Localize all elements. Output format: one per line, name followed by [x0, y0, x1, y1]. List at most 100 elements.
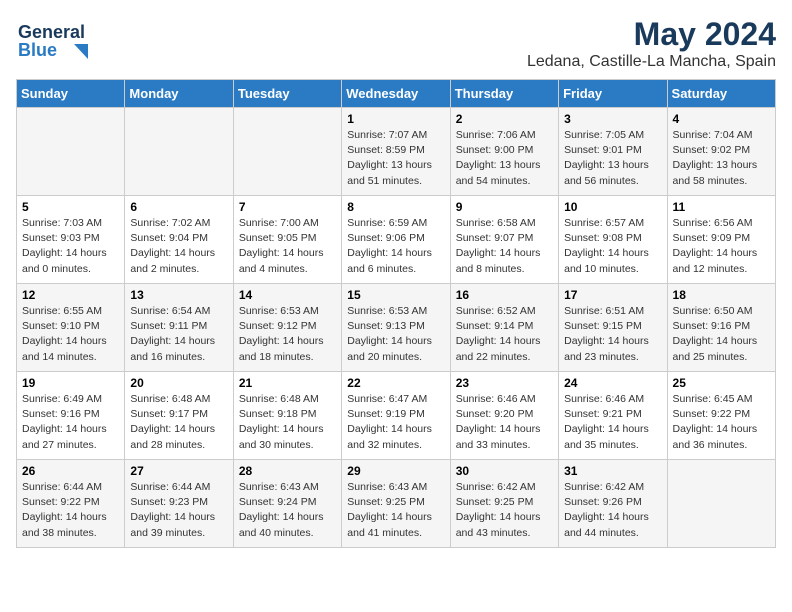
calendar-cell: 3 Sunrise: 7:05 AM Sunset: 9:01 PM Daylig… — [559, 108, 667, 196]
day-number: 8 — [347, 200, 444, 214]
calendar-cell: 24 Sunrise: 6:46 AM Sunset: 9:21 PM Dayli… — [559, 372, 667, 460]
calendar-cell: 29Sunrise: 6:43 AM Sunset: 9:25 PM Dayli… — [342, 460, 450, 548]
page-header: General Blue May 2024 Ledana, Castille-L… — [16, 16, 776, 71]
svg-text:Blue: Blue — [18, 40, 57, 60]
calendar-cell: 31 Sunrise: 6:42 AM Sunset: 9:26 PM Dayli… — [559, 460, 667, 548]
calendar-cell: 18 Sunrise: 6:50 AM Sunset: 9:16 PM Dayli… — [667, 284, 775, 372]
calendar-cell: 28Sunrise: 6:43 AM Sunset: 9:24 PM Dayli… — [233, 460, 341, 548]
day-number: 19 — [22, 376, 119, 390]
calendar-cell: 7Sunrise: 7:00 AM Sunset: 9:05 PM Daylig… — [233, 196, 341, 284]
day-number: 10 — [564, 200, 661, 214]
week-row-1: 1 Sunrise: 7:07 AM Sunset: 8:59 PM Daylig… — [17, 108, 776, 196]
day-info: Sunrise: 6:55 AM Sunset: 9:10 PM Dayligh… — [22, 304, 119, 365]
calendar-cell: 9Sunrise: 6:58 AM Sunset: 9:07 PM Daylig… — [450, 196, 558, 284]
calendar-cell: 5Sunrise: 7:03 AM Sunset: 9:03 PM Daylig… — [17, 196, 125, 284]
weekday-header-sunday: Sunday — [17, 80, 125, 108]
day-number: 30 — [456, 464, 553, 478]
calendar-cell: 8 Sunrise: 6:59 AM Sunset: 9:06 PM Daylig… — [342, 196, 450, 284]
day-info: Sunrise: 6:59 AM Sunset: 9:06 PM Dayligh… — [347, 216, 444, 277]
page-subtitle: Ledana, Castille-La Mancha, Spain — [527, 53, 776, 71]
calendar-cell — [667, 460, 775, 548]
day-info: Sunrise: 6:50 AM Sunset: 9:16 PM Dayligh… — [673, 304, 770, 365]
day-number: 29 — [347, 464, 444, 478]
day-info: Sunrise: 6:53 AM Sunset: 9:13 PM Dayligh… — [347, 304, 444, 365]
calendar-cell: 23Sunrise: 6:46 AM Sunset: 9:20 PM Dayli… — [450, 372, 558, 460]
day-number: 21 — [239, 376, 336, 390]
calendar-cell: 16 Sunrise: 6:52 AM Sunset: 9:14 PM Dayli… — [450, 284, 558, 372]
calendar-cell: 30 Sunrise: 6:42 AM Sunset: 9:25 PM Dayli… — [450, 460, 558, 548]
week-row-4: 19 Sunrise: 6:49 AM Sunset: 9:16 PM Dayli… — [17, 372, 776, 460]
day-number: 31 — [564, 464, 661, 478]
day-number: 7 — [239, 200, 336, 214]
weekday-header-saturday: Saturday — [667, 80, 775, 108]
week-row-3: 12 Sunrise: 6:55 AM Sunset: 9:10 PM Dayli… — [17, 284, 776, 372]
day-info: Sunrise: 6:48 AM Sunset: 9:18 PM Dayligh… — [239, 392, 336, 453]
day-number: 20 — [130, 376, 227, 390]
calendar-cell: 22 Sunrise: 6:47 AM Sunset: 9:19 PM Dayli… — [342, 372, 450, 460]
calendar-cell: 21 Sunrise: 6:48 AM Sunset: 9:18 PM Dayli… — [233, 372, 341, 460]
day-number: 16 — [456, 288, 553, 302]
page-title: May 2024 — [527, 16, 776, 53]
day-info: Sunrise: 7:05 AM Sunset: 9:01 PM Dayligh… — [564, 128, 661, 189]
weekday-header-row: SundayMondayTuesdayWednesdayThursdayFrid… — [17, 80, 776, 108]
weekday-header-tuesday: Tuesday — [233, 80, 341, 108]
day-number: 9 — [456, 200, 553, 214]
weekday-header-thursday: Thursday — [450, 80, 558, 108]
day-info: Sunrise: 7:02 AM Sunset: 9:04 PM Dayligh… — [130, 216, 227, 277]
day-info: Sunrise: 6:44 AM Sunset: 9:23 PM Dayligh… — [130, 480, 227, 541]
calendar-cell: 1 Sunrise: 7:07 AM Sunset: 8:59 PM Daylig… — [342, 108, 450, 196]
logo-svg: General Blue — [16, 16, 106, 66]
day-number: 11 — [673, 200, 770, 214]
day-number: 6 — [130, 200, 227, 214]
day-info: Sunrise: 6:52 AM Sunset: 9:14 PM Dayligh… — [456, 304, 553, 365]
day-number: 22 — [347, 376, 444, 390]
day-number: 14 — [239, 288, 336, 302]
calendar-cell: 19 Sunrise: 6:49 AM Sunset: 9:16 PM Dayli… — [17, 372, 125, 460]
day-number: 27 — [130, 464, 227, 478]
calendar-cell: 15Sunrise: 6:53 AM Sunset: 9:13 PM Dayli… — [342, 284, 450, 372]
day-info: Sunrise: 7:07 AM Sunset: 8:59 PM Dayligh… — [347, 128, 444, 189]
day-number: 12 — [22, 288, 119, 302]
day-number: 26 — [22, 464, 119, 478]
day-number: 23 — [456, 376, 553, 390]
day-number: 24 — [564, 376, 661, 390]
day-info: Sunrise: 6:48 AM Sunset: 9:17 PM Dayligh… — [130, 392, 227, 453]
day-info: Sunrise: 6:42 AM Sunset: 9:26 PM Dayligh… — [564, 480, 661, 541]
calendar-cell: 4 Sunrise: 7:04 AM Sunset: 9:02 PM Daylig… — [667, 108, 775, 196]
svg-text:General: General — [18, 22, 85, 42]
calendar-cell — [125, 108, 233, 196]
day-info: Sunrise: 7:06 AM Sunset: 9:00 PM Dayligh… — [456, 128, 553, 189]
calendar-cell: 26 Sunrise: 6:44 AM Sunset: 9:22 PM Dayli… — [17, 460, 125, 548]
day-info: Sunrise: 6:47 AM Sunset: 9:19 PM Dayligh… — [347, 392, 444, 453]
day-number: 17 — [564, 288, 661, 302]
calendar-cell: 27 Sunrise: 6:44 AM Sunset: 9:23 PM Dayli… — [125, 460, 233, 548]
day-info: Sunrise: 6:45 AM Sunset: 9:22 PM Dayligh… — [673, 392, 770, 453]
day-info: Sunrise: 6:56 AM Sunset: 9:09 PM Dayligh… — [673, 216, 770, 277]
calendar-cell: 2 Sunrise: 7:06 AM Sunset: 9:00 PM Daylig… — [450, 108, 558, 196]
day-number: 18 — [673, 288, 770, 302]
week-row-5: 26 Sunrise: 6:44 AM Sunset: 9:22 PM Dayli… — [17, 460, 776, 548]
calendar-cell: 11 Sunrise: 6:56 AM Sunset: 9:09 PM Dayli… — [667, 196, 775, 284]
week-row-2: 5Sunrise: 7:03 AM Sunset: 9:03 PM Daylig… — [17, 196, 776, 284]
weekday-header-wednesday: Wednesday — [342, 80, 450, 108]
calendar-cell: 14Sunrise: 6:53 AM Sunset: 9:12 PM Dayli… — [233, 284, 341, 372]
day-number: 3 — [564, 112, 661, 126]
day-info: Sunrise: 6:44 AM Sunset: 9:22 PM Dayligh… — [22, 480, 119, 541]
day-number: 1 — [347, 112, 444, 126]
day-info: Sunrise: 7:04 AM Sunset: 9:02 PM Dayligh… — [673, 128, 770, 189]
day-info: Sunrise: 6:42 AM Sunset: 9:25 PM Dayligh… — [456, 480, 553, 541]
day-info: Sunrise: 6:54 AM Sunset: 9:11 PM Dayligh… — [130, 304, 227, 365]
title-block: May 2024 Ledana, Castille-La Mancha, Spa… — [527, 16, 776, 71]
day-info: Sunrise: 6:46 AM Sunset: 9:21 PM Dayligh… — [564, 392, 661, 453]
day-number: 2 — [456, 112, 553, 126]
day-info: Sunrise: 6:51 AM Sunset: 9:15 PM Dayligh… — [564, 304, 661, 365]
calendar-cell — [17, 108, 125, 196]
weekday-header-friday: Friday — [559, 80, 667, 108]
day-number: 25 — [673, 376, 770, 390]
day-info: Sunrise: 6:49 AM Sunset: 9:16 PM Dayligh… — [22, 392, 119, 453]
day-number: 13 — [130, 288, 227, 302]
calendar-cell: 17 Sunrise: 6:51 AM Sunset: 9:15 PM Dayli… — [559, 284, 667, 372]
calendar-cell: 6 Sunrise: 7:02 AM Sunset: 9:04 PM Daylig… — [125, 196, 233, 284]
day-number: 28 — [239, 464, 336, 478]
day-number: 4 — [673, 112, 770, 126]
